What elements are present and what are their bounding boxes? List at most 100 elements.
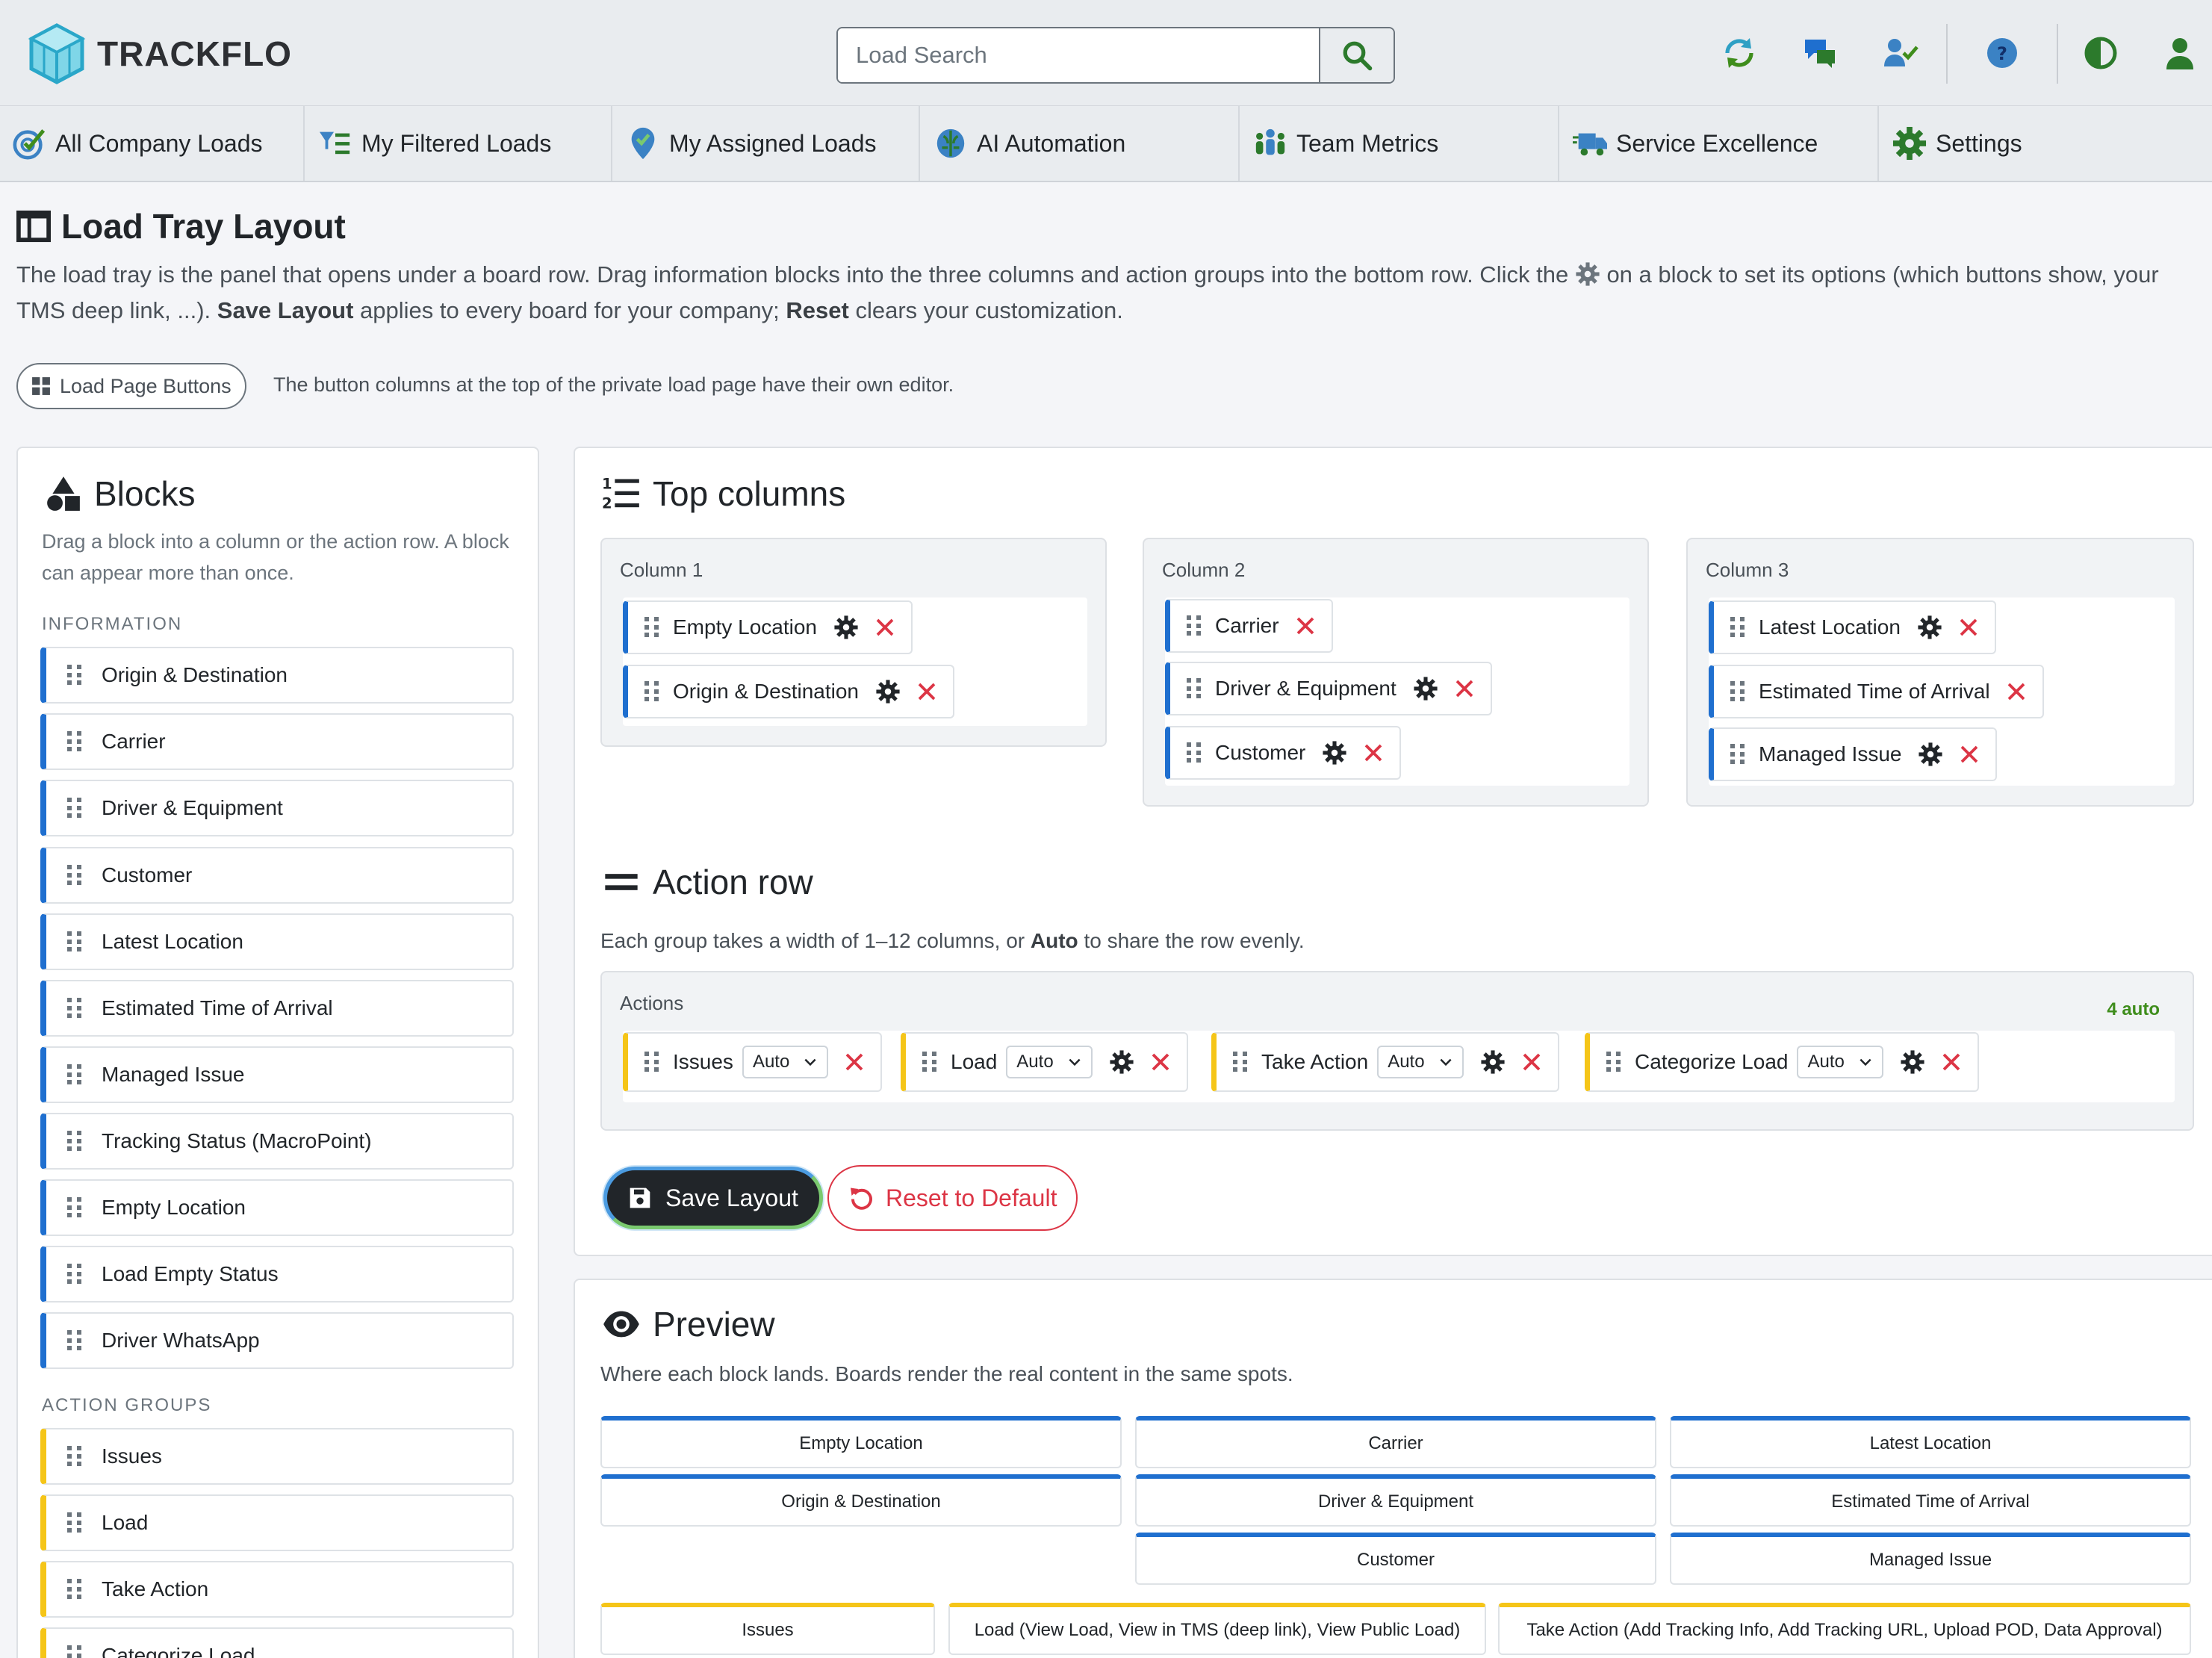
block-load[interactable]: Load (40, 1494, 514, 1551)
nav-settings[interactable]: Settings (1880, 106, 2212, 181)
close-icon[interactable] (1958, 743, 1980, 766)
search-input[interactable] (838, 28, 1319, 82)
user-check-icon[interactable] (1880, 33, 1921, 73)
close-icon[interactable] (1520, 1051, 1543, 1073)
column-block-origin-destination[interactable]: Origin & Destination (623, 665, 955, 718)
gear-icon[interactable] (1918, 742, 1943, 767)
refresh-icon[interactable] (1719, 33, 1759, 73)
block-tracking-status[interactable]: Tracking Status (MacroPoint) (40, 1113, 514, 1170)
block-managed-issue[interactable]: Managed Issue (40, 1046, 514, 1103)
nav-my-filtered-loads[interactable]: My Filtered Loads (306, 106, 612, 181)
drag-handle-icon[interactable] (67, 1197, 82, 1218)
drag-handle-icon[interactable] (644, 1052, 659, 1072)
column-block-empty-location[interactable]: Empty Location (623, 600, 913, 654)
drag-handle-icon[interactable] (67, 1131, 82, 1152)
action-group-take-action[interactable]: Take Action Auto (1211, 1032, 1559, 1092)
load-page-buttons-button[interactable]: Load Page Buttons (16, 363, 246, 409)
column-dropzone[interactable]: Empty Location Origin & Destination (623, 597, 1087, 726)
gear-icon[interactable] (1480, 1049, 1506, 1075)
help-icon[interactable]: ? (1982, 33, 2022, 73)
close-icon[interactable] (2005, 680, 2028, 703)
user-icon[interactable] (2160, 33, 2200, 73)
actions-dropzone[interactable]: Issues Auto Load Auto Take Action Auto C… (623, 1031, 2175, 1102)
gear-icon[interactable] (1109, 1049, 1134, 1075)
width-select[interactable]: Auto (742, 1046, 829, 1078)
column-dropzone[interactable]: Carrier Driver & Equipment Customer (1165, 597, 1630, 786)
column-dropzone[interactable]: Latest Location Estimated Time of Arriva… (1709, 597, 2175, 786)
column-block-driver-equipment[interactable]: Driver & Equipment (1165, 662, 1492, 715)
drag-handle-icon[interactable] (67, 1512, 82, 1533)
drag-handle-icon[interactable] (922, 1052, 937, 1072)
drag-handle-icon[interactable] (67, 1645, 82, 1658)
drag-handle-icon[interactable] (1730, 617, 1745, 638)
gear-icon[interactable] (1900, 1049, 1925, 1075)
drag-handle-icon[interactable] (1606, 1052, 1621, 1072)
drag-handle-icon[interactable] (67, 1264, 82, 1285)
close-icon[interactable] (1940, 1051, 1963, 1073)
gear-icon[interactable] (1322, 740, 1347, 766)
width-select[interactable]: Auto (1377, 1046, 1464, 1078)
close-icon[interactable] (1362, 742, 1385, 764)
block-carrier[interactable]: Carrier (40, 713, 514, 770)
gear-icon[interactable] (1413, 676, 1438, 701)
block-empty-location[interactable]: Empty Location (40, 1179, 514, 1236)
block-latest-location[interactable]: Latest Location (40, 913, 514, 970)
column-block-customer[interactable]: Customer (1165, 726, 1402, 780)
block-load-empty-status[interactable]: Load Empty Status (40, 1246, 514, 1303)
chat-icon[interactable] (1800, 33, 1840, 73)
save-layout-button[interactable]: Save Layout (603, 1167, 823, 1229)
nav-team-metrics[interactable]: Team Metrics (1241, 106, 1559, 181)
column-block-managed-issue[interactable]: Managed Issue (1709, 727, 1998, 781)
block-take-action[interactable]: Take Action (40, 1561, 514, 1618)
action-group-load[interactable]: Load Auto (901, 1032, 1188, 1092)
width-select[interactable]: Auto (1006, 1046, 1093, 1078)
drag-handle-icon[interactable] (67, 665, 82, 686)
drag-handle-icon[interactable] (67, 998, 82, 1019)
block-driver-whatsapp[interactable]: Driver WhatsApp (40, 1312, 514, 1369)
drag-handle-icon[interactable] (1730, 744, 1745, 765)
column-block-carrier[interactable]: Carrier (1165, 599, 1333, 653)
close-icon[interactable] (1294, 615, 1317, 637)
close-icon[interactable] (1957, 616, 1980, 639)
column-block-latest-location[interactable]: Latest Location (1709, 600, 1996, 654)
close-icon[interactable] (843, 1051, 866, 1073)
column-block-eta[interactable]: Estimated Time of Arrival (1709, 665, 2044, 718)
block-issues[interactable]: Issues (40, 1428, 514, 1485)
close-icon[interactable] (874, 616, 896, 639)
nav-ai-automation[interactable]: AI Automation (922, 106, 1240, 181)
nav-service-excellence[interactable]: Service Excellence (1561, 106, 1879, 181)
drag-handle-icon[interactable] (67, 1579, 82, 1600)
gear-icon[interactable] (875, 679, 901, 704)
drag-handle-icon[interactable] (644, 681, 659, 702)
block-customer[interactable]: Customer (40, 847, 514, 904)
contrast-icon[interactable] (2081, 33, 2121, 73)
block-origin-destination[interactable]: Origin & Destination (40, 647, 514, 704)
block-categorize-load[interactable]: Categorize Load (40, 1627, 514, 1658)
action-group-issues[interactable]: Issues Auto (623, 1032, 883, 1092)
close-icon[interactable] (1149, 1051, 1172, 1073)
drag-handle-icon[interactable] (1187, 615, 1202, 636)
block-eta[interactable]: Estimated Time of Arrival (40, 980, 514, 1037)
drag-handle-icon[interactable] (67, 1064, 82, 1085)
drag-handle-icon[interactable] (1233, 1052, 1248, 1072)
drag-handle-icon[interactable] (1187, 678, 1202, 699)
drag-handle-icon[interactable] (67, 865, 82, 886)
action-group-categorize-load[interactable]: Categorize Load Auto (1585, 1032, 1979, 1092)
drag-handle-icon[interactable] (1187, 742, 1202, 763)
drag-handle-icon[interactable] (644, 617, 659, 638)
drag-handle-icon[interactable] (67, 731, 82, 752)
drag-handle-icon[interactable] (67, 1446, 82, 1467)
reset-to-default-button[interactable]: Reset to Default (827, 1165, 1078, 1231)
drag-handle-icon[interactable] (67, 798, 82, 819)
block-driver-equipment[interactable]: Driver & Equipment (40, 780, 514, 836)
drag-handle-icon[interactable] (67, 931, 82, 952)
drag-handle-icon[interactable] (1730, 681, 1745, 702)
drag-handle-icon[interactable] (67, 1330, 82, 1351)
app-logo[interactable]: TRACKFLO (27, 22, 292, 85)
gear-icon[interactable] (1917, 615, 1942, 640)
close-icon[interactable] (1453, 677, 1476, 700)
nav-all-company-loads[interactable]: All Company Loads (0, 106, 305, 181)
nav-my-assigned-loads[interactable]: My Assigned Loads (614, 106, 920, 181)
search-button[interactable] (1319, 28, 1394, 82)
close-icon[interactable] (916, 680, 938, 703)
